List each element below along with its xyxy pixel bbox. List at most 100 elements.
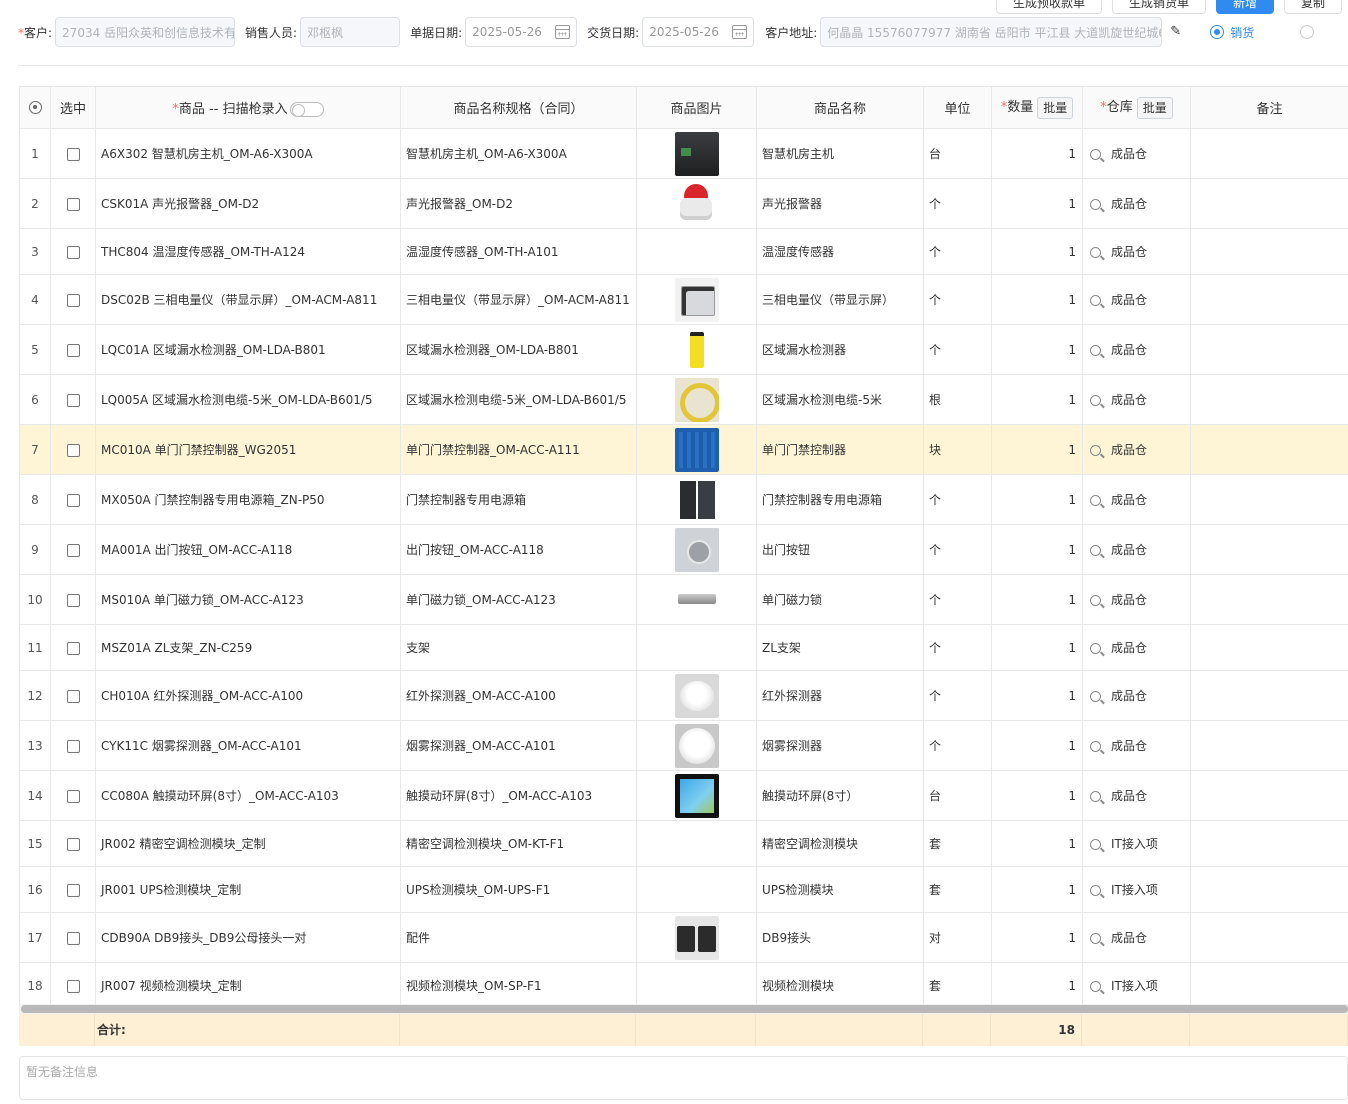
table-row[interactable]: 10 MS010A 单门磁力锁_OM-ACC-A123 单门磁力锁_OM-ACC-A… (19, 574, 1348, 625)
table-row[interactable]: 2 CSK01A 声光报警器_OM-D2 声光报警器_OM-D2 声光报警器个 1 成品仓 (19, 178, 1348, 229)
warehouse-cell[interactable]: 成品仓 (1082, 670, 1191, 721)
spec-cell[interactable]: 支架 (400, 624, 637, 671)
scanner-toggle[interactable] (289, 102, 324, 117)
product-cell[interactable]: MC010A 单门门禁控制器_WG2051 (95, 424, 401, 475)
table-row[interactable]: 13 CYK11C 烟雾探测器_OM-ACC-A101 烟雾探测器_OM-ACC-A… (19, 720, 1348, 771)
qty-cell[interactable]: 1 (991, 624, 1083, 671)
note-cell[interactable] (1190, 962, 1348, 1009)
generate-sales-button[interactable]: 生成销货单 (1112, 0, 1207, 14)
customer-field[interactable]: 27034 岳阳众英和创信息技术有 (55, 17, 236, 47)
search-icon[interactable] (1090, 791, 1101, 802)
calendar-icon[interactable] (732, 25, 748, 39)
qty-cell[interactable]: 1 (991, 128, 1083, 179)
spec-cell[interactable]: 触摸动环屏(8寸）_OM-ACC-A103 (400, 770, 637, 821)
note-cell[interactable] (1190, 128, 1348, 179)
warehouse-cell[interactable]: 成品仓 (1082, 324, 1191, 375)
search-icon[interactable] (1090, 981, 1101, 992)
spec-cell[interactable]: 视频检测模块_OM-SP-F1 (400, 962, 637, 1009)
row-checkbox[interactable] (66, 197, 80, 211)
note-cell[interactable] (1190, 424, 1348, 475)
qty-cell[interactable]: 1 (991, 524, 1083, 575)
row-checkbox[interactable] (66, 789, 80, 803)
spec-cell[interactable]: 红外探测器_OM-ACC-A100 (400, 670, 637, 721)
warehouse-cell[interactable]: IT接入项 (1082, 820, 1191, 867)
search-icon[interactable] (1090, 643, 1101, 654)
product-cell[interactable]: MSZ01A ZL支架_ZN-C259 (95, 624, 401, 671)
smoke-image[interactable] (674, 723, 719, 768)
warehouse-cell[interactable]: IT接入项 (1082, 962, 1191, 1009)
qty-cell[interactable]: 1 (991, 912, 1083, 963)
row-checkbox[interactable] (66, 293, 80, 307)
product-cell[interactable]: LQC01A 区域漏水检测器_OM-LDA-B801 (95, 324, 401, 375)
remark-box[interactable]: 暂无备注信息 (19, 1056, 1348, 1100)
row-checkbox[interactable] (66, 739, 80, 753)
note-cell[interactable] (1190, 524, 1348, 575)
search-icon[interactable] (1090, 545, 1101, 556)
button-image[interactable] (674, 527, 719, 572)
product-cell[interactable]: CDB90A DB9接头_DB9公母接头一对 (95, 912, 401, 963)
qty-cell[interactable]: 1 (991, 374, 1083, 425)
address-field[interactable]: 何晶晶 15576077977 湖南省 岳阳市 平江县 大道凯旋世纪城6 (820, 17, 1163, 47)
note-cell[interactable] (1190, 720, 1348, 771)
other-type-radio[interactable] (1300, 25, 1315, 39)
qty-cell[interactable]: 1 (991, 274, 1083, 325)
row-checkbox[interactable] (66, 147, 80, 161)
note-cell[interactable] (1190, 670, 1348, 721)
warehouse-cell[interactable]: 成品仓 (1082, 770, 1191, 821)
scrollbar-thumb[interactable] (21, 1005, 1348, 1013)
screen-image[interactable] (674, 773, 719, 818)
row-checkbox[interactable] (66, 443, 80, 457)
note-cell[interactable] (1190, 770, 1348, 821)
table-row[interactable]: 4 DSC02B 三相电量仪（带显示屏）_OM-ACM-A811 三相电量仪（带显示… (19, 274, 1348, 325)
row-checkbox[interactable] (66, 979, 80, 993)
product-cell[interactable]: CC080A 触摸动环屏(8寸）_OM-ACC-A103 (95, 770, 401, 821)
search-icon[interactable] (1090, 247, 1101, 258)
sales-person-field[interactable]: 邓枢枫 (300, 17, 401, 47)
search-icon[interactable] (1090, 149, 1101, 160)
search-icon[interactable] (1090, 295, 1101, 306)
search-icon[interactable] (1090, 595, 1101, 606)
table-row[interactable]: 5 LQC01A 区域漏水检测器_OM-LDA-B801 区域漏水检测器_OM-LD… (19, 324, 1348, 375)
search-icon[interactable] (1090, 445, 1101, 456)
table-row[interactable]: 1 A6X302 智慧机房主机_OM-A6-X300A 智慧机房主机_OM-A6-X… (19, 128, 1348, 179)
qty-cell[interactable]: 1 (991, 228, 1083, 275)
warehouse-cell[interactable]: 成品仓 (1082, 524, 1191, 575)
qty-cell[interactable]: 1 (991, 866, 1083, 913)
spec-cell[interactable]: 温湿度传感器_OM-TH-A101 (400, 228, 637, 275)
qty-cell[interactable]: 1 (991, 720, 1083, 771)
table-row[interactable]: 18 JR007 视频检测模块_定制 视频检测模块_OM-SP-F1 视频检测模块套 1… (19, 962, 1348, 1009)
qty-cell[interactable]: 1 (991, 324, 1083, 375)
qty-bulk-button[interactable]: 批量 (1037, 96, 1074, 119)
copy-button[interactable]: 复制 (1284, 0, 1343, 14)
search-icon[interactable] (1090, 933, 1101, 944)
alarm-image[interactable] (674, 181, 719, 226)
qty-cell[interactable]: 1 (991, 962, 1083, 1009)
search-icon[interactable] (1090, 885, 1101, 896)
row-checkbox[interactable] (66, 837, 80, 851)
row-checkbox[interactable] (66, 493, 80, 507)
spec-cell[interactable]: 单门门禁控制器_OM-ACC-A111 (400, 424, 637, 475)
note-cell[interactable] (1190, 178, 1348, 229)
board-image[interactable] (674, 427, 719, 472)
cable-image[interactable] (674, 377, 719, 422)
note-cell[interactable] (1190, 274, 1348, 325)
note-cell[interactable] (1190, 474, 1348, 525)
table-row[interactable]: 12 CH010A 红外探测器_OM-ACC-A100 红外探测器_OM-ACC-A… (19, 670, 1348, 721)
warehouse-cell[interactable]: 成品仓 (1082, 274, 1191, 325)
product-cell[interactable]: CYK11C 烟雾探测器_OM-ACC-A101 (95, 720, 401, 771)
search-icon[interactable] (1090, 741, 1101, 752)
row-checkbox[interactable] (66, 641, 80, 655)
note-cell[interactable] (1190, 228, 1348, 275)
qty-cell[interactable]: 1 (991, 178, 1083, 229)
search-icon[interactable] (1090, 345, 1101, 356)
server-host-image[interactable] (674, 131, 719, 176)
warehouse-cell[interactable]: 成品仓 (1082, 720, 1191, 771)
qty-cell[interactable]: 1 (991, 770, 1083, 821)
product-cell[interactable]: THC804 温湿度传感器_OM-TH-A124 (95, 228, 401, 275)
spec-cell[interactable]: 三相电量仪（带显示屏）_OM-ACM-A811 (400, 274, 637, 325)
calendar-icon[interactable] (555, 25, 571, 39)
warehouse-cell[interactable]: 成品仓 (1082, 424, 1191, 475)
spec-cell[interactable]: 配件 (400, 912, 637, 963)
note-cell[interactable] (1190, 324, 1348, 375)
lock-image[interactable] (674, 577, 719, 622)
